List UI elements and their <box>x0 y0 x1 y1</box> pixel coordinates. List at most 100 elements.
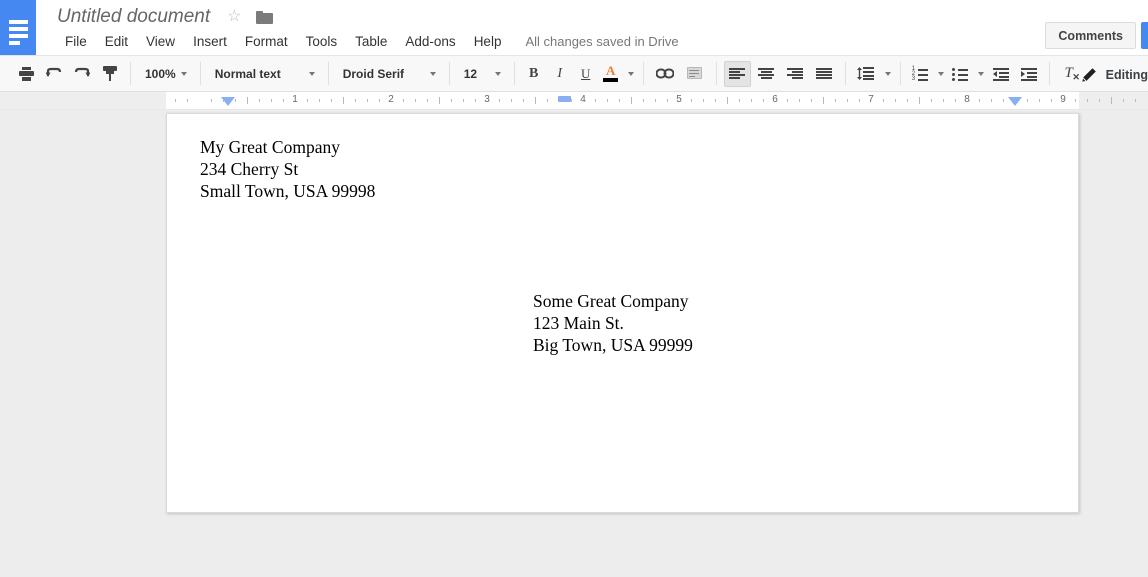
chevron-down-icon[interactable] <box>884 71 891 76</box>
toolbar-separator <box>1048 62 1050 85</box>
link-icon[interactable] <box>651 61 679 87</box>
ruler-tick <box>259 99 260 102</box>
ruler-tick <box>1051 99 1052 102</box>
line-spacing-icon[interactable] <box>853 61 879 87</box>
toolbar-separator <box>130 62 131 85</box>
bold-label: B <box>529 65 539 81</box>
toolbar-group-alignment <box>723 60 839 88</box>
menu-item-edit[interactable]: Edit <box>96 34 137 49</box>
ruler-number: 4 <box>580 94 586 105</box>
ruler-tick <box>427 99 428 102</box>
underline-button[interactable]: U <box>574 61 598 87</box>
folder-icon[interactable] <box>255 10 273 24</box>
ruler-tick <box>931 99 932 102</box>
right-indent-marker[interactable] <box>1008 97 1022 106</box>
app-header: Untitled document ☆ File Edit View Inser… <box>36 0 1148 55</box>
toolbar-group-insert <box>650 60 710 88</box>
ruler-tick <box>727 97 728 104</box>
recipient-line: Some Great Company <box>533 291 689 311</box>
menu-item-tools[interactable]: Tools <box>297 34 347 49</box>
recipient-address-block[interactable]: Some Great Company 123 Main St. Big Town… <box>533 290 693 356</box>
bulleted-list-icon[interactable] <box>948 61 972 87</box>
chevron-down-icon <box>494 71 501 76</box>
ruler-tick <box>619 99 620 102</box>
add-comment-icon <box>681 61 709 87</box>
ruler-tick <box>1087 99 1088 102</box>
bold-button[interactable]: B <box>522 61 546 87</box>
menu-item-table[interactable]: Table <box>346 34 396 49</box>
ruler-tick <box>763 99 764 102</box>
left-indent-marker[interactable] <box>220 97 235 106</box>
align-center-icon[interactable] <box>753 61 780 87</box>
ruler[interactable]: 1 2 3 4 5 6 7 8 9 <box>0 92 1148 110</box>
print-icon[interactable] <box>13 61 39 87</box>
toolbar-separator <box>715 62 717 85</box>
ruler-tick <box>235 99 236 102</box>
menu-item-file[interactable]: File <box>56 34 96 49</box>
decrease-indent-icon[interactable] <box>988 61 1014 87</box>
decrease-indent-glyph <box>992 67 1009 81</box>
align-right-icon[interactable] <box>782 61 809 87</box>
sender-line: Small Town, USA 99998 <box>200 181 376 201</box>
toolbar-separator <box>642 62 644 85</box>
tab-stop-marker[interactable] <box>557 96 571 102</box>
chevron-down-icon <box>180 71 187 76</box>
zoom-selector[interactable]: 100% <box>137 61 194 87</box>
ruler-tick <box>703 99 704 102</box>
editing-mode-button[interactable]: Editing <box>1071 56 1148 93</box>
align-left-icon[interactable] <box>723 60 751 87</box>
ruler-tick <box>187 99 188 102</box>
comment-glyph <box>687 66 703 81</box>
toolbar: 100% Normal text Droid Serif 12 B I U A <box>0 55 1148 92</box>
align-right-glyph <box>787 67 804 80</box>
increase-indent-icon[interactable] <box>1016 61 1042 87</box>
menu-item-format[interactable]: Format <box>236 34 297 49</box>
ruler-tick <box>835 99 836 102</box>
ruler-tick <box>955 99 956 102</box>
paragraph-style-selector[interactable]: Normal text <box>207 61 322 87</box>
chevron-down-icon[interactable] <box>977 71 984 76</box>
star-icon[interactable]: ☆ <box>227 9 241 25</box>
document-canvas[interactable]: My Great Company 234 Cherry St Small Tow… <box>0 110 1148 577</box>
comments-button[interactable]: Comments <box>1045 22 1136 49</box>
docs-logo-icon[interactable] <box>0 0 36 55</box>
chevron-down-icon[interactable] <box>937 71 944 76</box>
ruler-tick <box>811 99 812 102</box>
text-color-letter: A <box>606 63 616 78</box>
chevron-down-icon[interactable] <box>627 71 634 76</box>
document-title[interactable]: Untitled document <box>57 6 210 28</box>
sender-address-block[interactable]: My Great Company 234 Cherry St Small Tow… <box>200 136 375 202</box>
undo-icon[interactable] <box>41 61 67 87</box>
font-size-selector[interactable]: 12 <box>456 61 508 87</box>
ruler-tick <box>523 99 524 102</box>
text-color-icon: A <box>603 63 619 82</box>
redo-icon[interactable] <box>69 61 95 87</box>
share-button[interactable] <box>1141 22 1148 49</box>
ruler-tick <box>1099 99 1100 102</box>
document-page[interactable]: My Great Company 234 Cherry St Small Tow… <box>166 113 1079 513</box>
ruler-tick <box>1111 97 1112 104</box>
ruler-tick <box>367 99 368 102</box>
italic-button[interactable]: I <box>548 61 572 87</box>
paint-format-icon[interactable] <box>97 61 123 87</box>
menu-item-add-ons[interactable]: Add-ons <box>396 34 464 49</box>
menu-item-insert[interactable]: Insert <box>184 34 236 49</box>
ruler-tick <box>691 99 692 102</box>
numbered-list-icon[interactable]: 1 2 3 <box>908 61 932 87</box>
ruler-tick <box>883 99 884 102</box>
menu-item-view[interactable]: View <box>137 34 184 49</box>
menu-item-help[interactable]: Help <box>465 34 511 49</box>
ruler-tick <box>799 99 800 102</box>
text-color-button[interactable]: A <box>600 61 622 87</box>
ruler-tick <box>607 99 608 102</box>
italic-label: I <box>557 65 563 81</box>
sender-line: My Great Company <box>200 137 340 157</box>
sender-line: 234 Cherry St <box>200 159 299 179</box>
align-justify-icon[interactable] <box>811 61 838 87</box>
ruler-right-margin <box>1079 92 1148 109</box>
ruler-number: 8 <box>964 94 970 105</box>
toolbar-separator <box>327 62 329 85</box>
font-family-selector[interactable]: Droid Serif <box>335 61 443 87</box>
ruler-tick <box>415 99 416 102</box>
ruler-tick <box>535 97 536 104</box>
